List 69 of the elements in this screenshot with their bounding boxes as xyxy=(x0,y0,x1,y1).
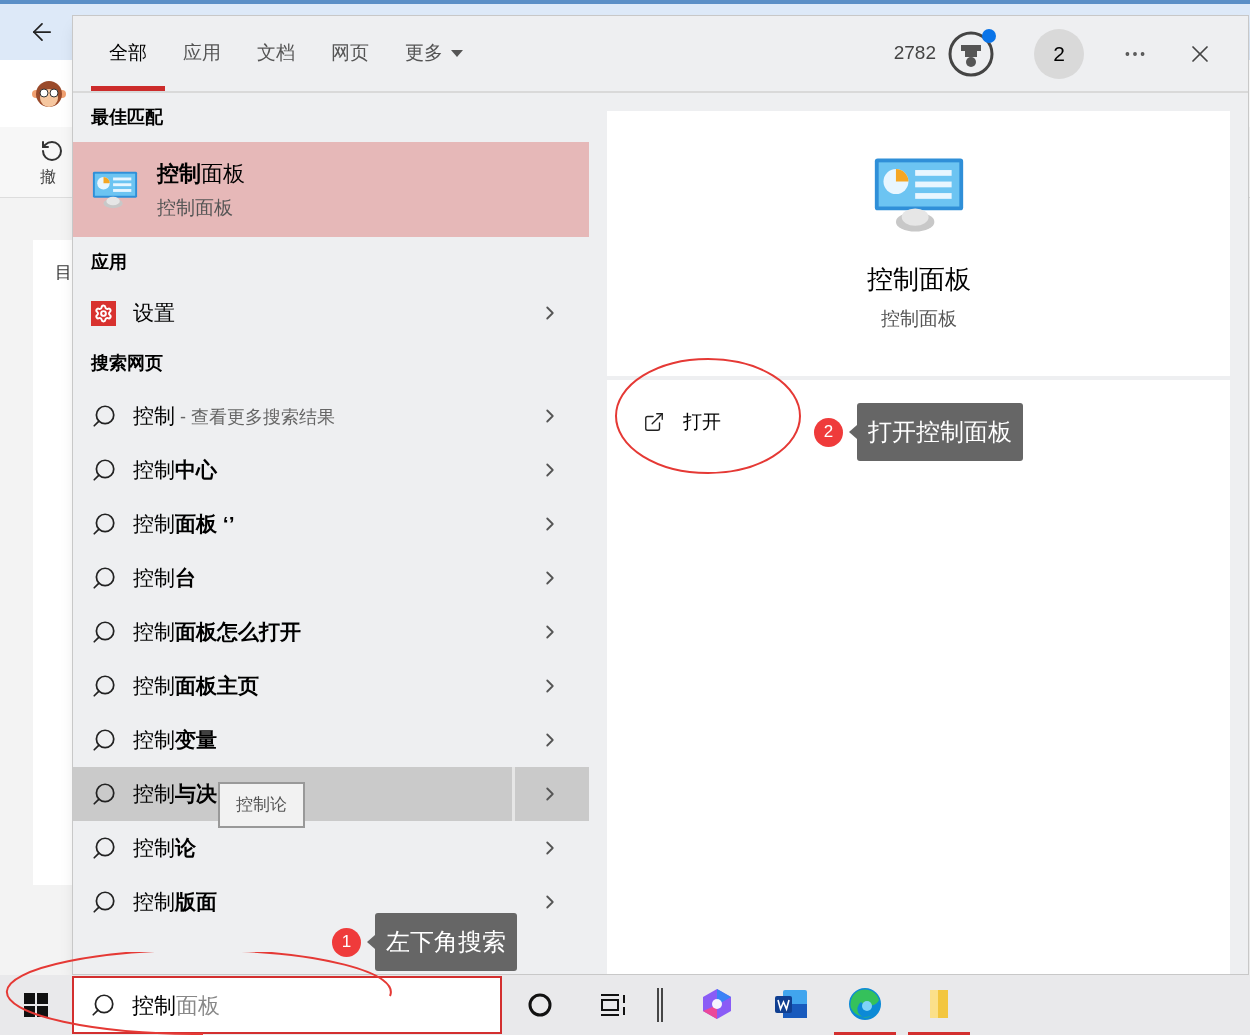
windows-logo-icon[interactable] xyxy=(24,993,48,1017)
monkey-avatar-icon[interactable] xyxy=(32,78,66,109)
search-tab[interactable]: 应用 xyxy=(165,16,239,91)
trophy-icon[interactable] xyxy=(948,30,994,77)
tooltip: 控制论 xyxy=(218,782,305,828)
callout-label: 打开控制面板 xyxy=(857,403,1023,461)
best-match-subtitle: 控制面板 xyxy=(157,195,234,220)
search-tab[interactable]: 网页 xyxy=(313,16,387,91)
search-suggestion[interactable]: 控制变量 xyxy=(73,713,589,767)
best-match-title: 控制面板 xyxy=(157,159,245,188)
search-tab[interactable]: 更多 xyxy=(387,16,481,91)
search-icon xyxy=(91,619,117,645)
section-heading: 应用 xyxy=(91,251,127,274)
search-suggestion[interactable]: 控制面板主页 xyxy=(73,659,589,713)
search-suggestion[interactable]: 控制中心 xyxy=(73,443,589,497)
search-icon xyxy=(91,889,117,915)
suggestion-text: 控制版面 xyxy=(133,889,217,916)
section-heading: 最佳匹配 xyxy=(91,106,163,129)
app-result[interactable]: 设置 xyxy=(73,288,589,338)
search-icon xyxy=(91,781,117,807)
circle-icon[interactable] xyxy=(528,993,552,1017)
search-icon xyxy=(91,403,117,429)
search-icon xyxy=(91,565,117,591)
account-avatar[interactable]: 2 xyxy=(1034,28,1084,79)
suggestion-text: 控制面板 ‘’ xyxy=(133,511,235,538)
search-icon xyxy=(91,673,117,699)
browser-logo-icon xyxy=(847,985,883,1022)
search-icon xyxy=(90,992,116,1018)
search-icon xyxy=(91,457,117,483)
preview-subtitle: 控制面板 xyxy=(880,307,957,331)
best-match-item[interactable]: 控制面板 控制面板 xyxy=(73,142,589,237)
search-tab[interactable]: 全部 xyxy=(91,16,165,91)
search-tab[interactable]: 文档 xyxy=(239,16,313,91)
points-count: 2782 xyxy=(893,41,936,66)
control-panel-icon xyxy=(91,169,139,210)
search-query: 控制面板 xyxy=(132,991,220,1020)
word-document-icon xyxy=(773,987,809,1020)
search-suggestion[interactable]: 控制台 xyxy=(73,551,589,605)
search-icon xyxy=(91,511,117,537)
search-suggestion[interactable]: 控制面板 ‘’ xyxy=(73,497,589,551)
callout-pointer-icon xyxy=(849,425,857,439)
task-view-icon[interactable] xyxy=(599,993,627,1017)
dropdown-caret-icon xyxy=(451,49,463,58)
card-label: 目 xyxy=(55,263,72,282)
search-suggestion[interactable]: 控制 - 查看更多搜索结果 xyxy=(73,389,589,443)
app-logo-icon xyxy=(700,986,734,1021)
search-suggestion[interactable]: 控制面板怎么打开 xyxy=(73,605,589,659)
action-label: 打开 xyxy=(683,409,721,434)
taskbar-search-field[interactable]: 控制面板 xyxy=(72,976,502,1034)
open-external-icon xyxy=(643,411,665,433)
preview-title: 控制面板 xyxy=(866,263,971,296)
settings-icon xyxy=(91,300,116,326)
undo-icon[interactable] xyxy=(40,139,64,163)
suggestion-text: 控制台 xyxy=(133,565,196,592)
search-icon xyxy=(91,835,117,861)
suggestion-text: 控制 - 查看更多搜索结果 xyxy=(133,403,335,430)
separator-icon xyxy=(657,988,663,1022)
suggestion-text: 控制面板怎么打开 xyxy=(133,619,301,646)
suggestion-text: 控制与决 xyxy=(133,781,217,808)
app-label: 设置 xyxy=(133,300,175,327)
suggestion-text: 控制变量 xyxy=(133,727,217,754)
suggestion-text: 控制论 xyxy=(133,835,196,862)
callout-pointer-icon xyxy=(367,935,375,949)
search-icon xyxy=(91,727,117,753)
undo-label: 撤 xyxy=(40,167,56,187)
section-heading: 搜索网页 xyxy=(91,352,163,375)
suggestion-text: 控制面板主页 xyxy=(133,673,259,700)
suggestion-text: 控制中心 xyxy=(133,457,217,484)
callout-label: 左下角搜索 xyxy=(375,913,517,971)
